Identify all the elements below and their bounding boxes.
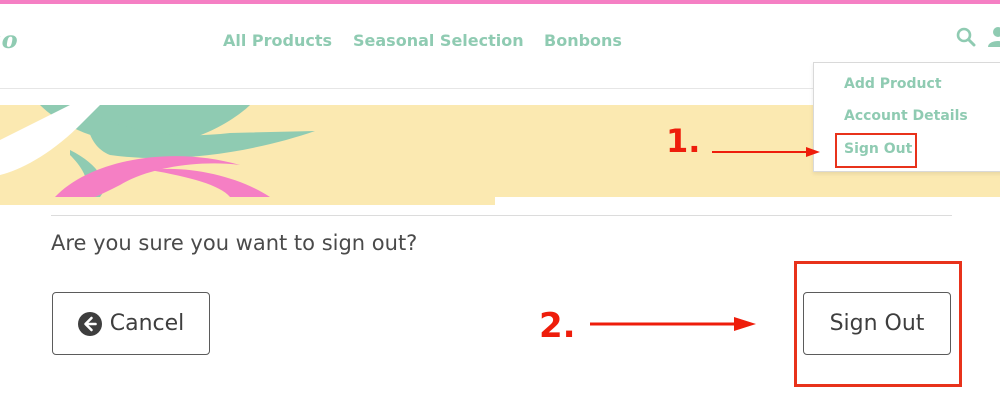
cancel-button[interactable]: Cancel [52, 292, 210, 355]
nav-seasonal-selection[interactable]: Seasonal Selection [353, 31, 524, 50]
step-1-arrow [712, 147, 820, 157]
circle-arrow-left-icon [77, 311, 102, 336]
menu-item-account-details[interactable]: Account Details [844, 108, 968, 124]
sign-out-button-label: Sign Out [829, 311, 925, 336]
step-1-label: 1. [666, 122, 701, 160]
nav-all-products[interactable]: All Products [223, 31, 332, 50]
step-2-label: 2. [539, 306, 576, 346]
top-accent-stripe [0, 0, 1000, 4]
cancel-button-label: Cancel [109, 311, 185, 336]
sign-out-menu-highlight-box [835, 133, 917, 168]
banner-bottom-strip [0, 197, 495, 205]
sign-out-question: Are you sure you want to sign out? [51, 231, 418, 255]
content-divider [51, 215, 952, 216]
sign-out-button[interactable]: Sign Out [803, 292, 951, 355]
user-icon[interactable] [988, 26, 1000, 48]
logo-text: co [0, 27, 19, 54]
nav-bonbons[interactable]: Bonbons [544, 31, 622, 50]
site-logo[interactable]: co [0, 27, 40, 55]
menu-item-add-product[interactable]: Add Product [844, 76, 942, 92]
search-icon[interactable] [956, 27, 976, 47]
step-2-arrow [590, 317, 756, 331]
